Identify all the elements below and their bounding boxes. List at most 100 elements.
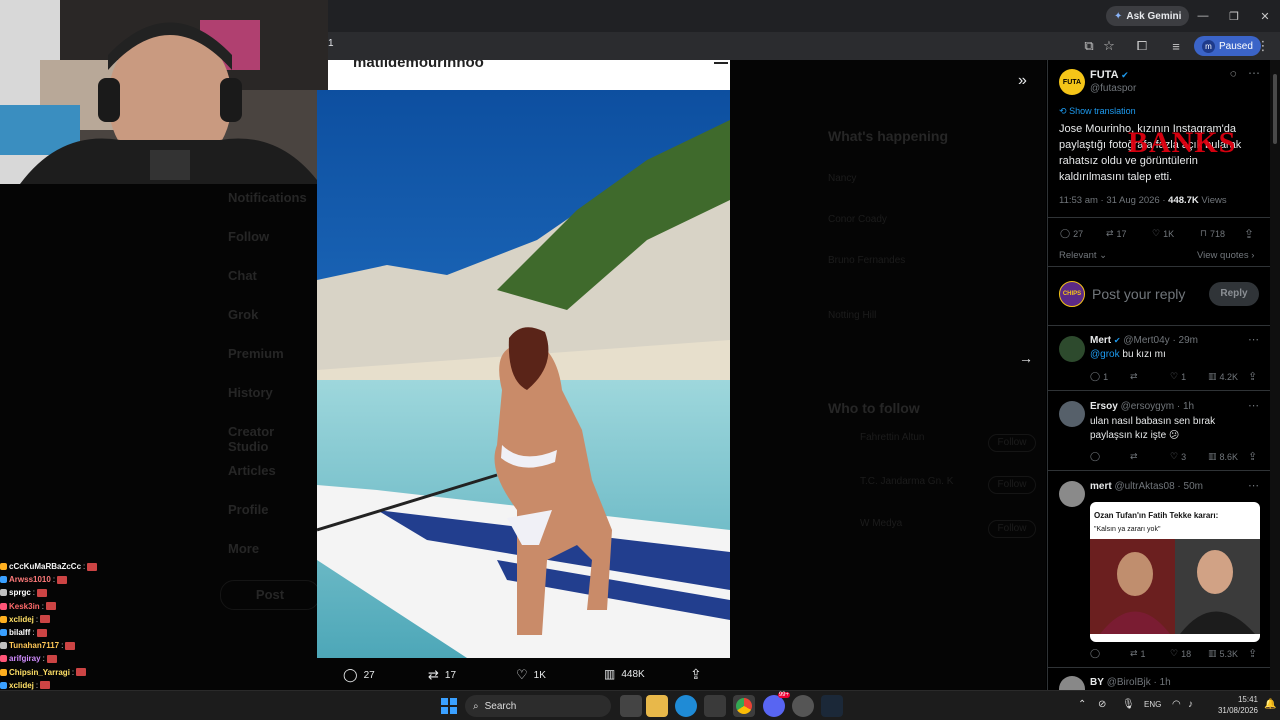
file-explorer-icon[interactable] — [646, 695, 668, 717]
reply-repost-action[interactable]: ⇄ — [1130, 371, 1138, 382]
reply-avatar[interactable] — [1059, 481, 1085, 507]
panel-scrollbar[interactable] — [1270, 60, 1280, 690]
reply-repost-action[interactable]: ⇄ — [1130, 451, 1138, 462]
sort-dropdown[interactable]: Relevant ⌄ — [1059, 250, 1107, 261]
app-icon[interactable] — [792, 695, 814, 717]
clock[interactable]: 15:41 31/08/2026 — [1210, 694, 1258, 716]
more-options-icon[interactable]: ⋯ — [1248, 66, 1260, 80]
reply-reply-action[interactable]: ◯ — [1090, 648, 1100, 659]
minimize-button[interactable]: — — [1188, 2, 1218, 30]
next-media-arrow-icon[interactable]: → — [1019, 350, 1033, 366]
webcam-image — [0, 0, 328, 184]
show-translation-link[interactable]: ⟲ Show translation — [1059, 106, 1136, 117]
reply-button[interactable]: Reply — [1209, 282, 1259, 306]
start-windows-icon[interactable] — [441, 698, 457, 714]
bookmark-action[interactable]: ⊓ 718 — [1200, 228, 1225, 239]
more-options-icon[interactable]: ⋯ — [1248, 333, 1259, 346]
card-title: Ozan Tufan'ın Fatih Tekke kararı: — [1094, 511, 1219, 520]
reply-repost-action[interactable]: ⇄ 1 — [1130, 648, 1146, 659]
reply-share-action[interactable]: ⇪ — [1248, 647, 1257, 660]
windows-taskbar: ⌕ Search 99+ ⌃ ⊘ 🎙 ENG ◠ ♪ 15:41 31/08/2… — [0, 690, 1280, 720]
discord-icon[interactable]: 99+ — [763, 692, 790, 717]
edge-icon[interactable] — [675, 695, 697, 717]
reply-icon: ◯ — [343, 667, 358, 682]
collapse-panel-icon[interactable]: » — [1018, 72, 1027, 90]
steam-icon[interactable] — [821, 695, 843, 717]
reply-action[interactable]: ◯ 27 — [1060, 228, 1083, 239]
share-action[interactable]: ⇪ — [1244, 227, 1254, 241]
nav-item: Grok — [228, 307, 259, 322]
trend-item: Nancy — [828, 173, 857, 184]
author-avatar[interactable]: FUTA — [1059, 69, 1085, 95]
author-name[interactable]: FUTA ✔ — [1090, 69, 1129, 81]
reply-like-action[interactable]: ♡ 3 — [1170, 451, 1186, 462]
media-controls-icon[interactable]: ≡ — [1167, 37, 1185, 55]
maximize-button[interactable]: ❐ — [1219, 2, 1249, 30]
chat-username: Chipsin_Yarragi — [9, 667, 70, 677]
taskbar-search[interactable]: ⌕ Search — [465, 695, 611, 717]
media-share-action[interactable]: ⇪ — [690, 666, 702, 683]
media-like-action[interactable]: ♡ 1K — [516, 667, 546, 683]
chrome-menu-icon[interactable]: ⋮ — [1254, 37, 1272, 55]
install-app-icon[interactable]: ⧉ — [1080, 37, 1098, 55]
reply-views[interactable]: ▥ 5.3K — [1208, 648, 1238, 659]
view-quotes-link[interactable]: View quotes › — [1197, 250, 1254, 261]
media-repost-action[interactable]: ⇄ 17 — [428, 667, 456, 683]
language-indicator[interactable]: ENG — [1144, 700, 1161, 709]
media-photo[interactable] — [317, 90, 730, 658]
store-icon[interactable] — [704, 695, 726, 717]
reply-image-card[interactable]: Ozan Tufan'ın Fatih Tekke kararı: "Kalsı… — [1090, 502, 1260, 642]
ask-gemini-button[interactable]: ✦ Ask Gemini — [1106, 6, 1190, 26]
more-options-icon[interactable]: ⋯ — [1248, 399, 1259, 412]
tweet-detail-panel: FUTA FUTA ✔ @futaspor ◌ ⋯ ⟲ Show transla… — [1047, 60, 1270, 690]
reply-share-action[interactable]: ⇪ — [1248, 450, 1257, 463]
reply-like-action[interactable]: ♡ 18 — [1170, 648, 1191, 659]
reply-views[interactable]: ▥ 8.6K — [1208, 451, 1238, 462]
share-icon: ⇪ — [1248, 648, 1258, 660]
reply-like-action[interactable]: ♡ 1 — [1170, 371, 1186, 382]
microphone-icon[interactable]: 🎙 — [1122, 699, 1135, 710]
reply-reply-action[interactable]: ◯ — [1090, 451, 1100, 462]
trend-item: Notting Hill — [828, 310, 877, 321]
chat-emote-icon — [65, 641, 76, 650]
reply-icon: ◯ — [1090, 371, 1101, 381]
tray-chevron-icon[interactable]: ⌃ — [1078, 699, 1086, 710]
divider — [1048, 390, 1270, 391]
chevron-down-icon: ⌄ — [1099, 250, 1108, 261]
notification-bell-icon[interactable]: 🔔 — [1264, 699, 1276, 710]
reply-reply-action[interactable]: ◯ 1 — [1090, 371, 1108, 382]
media-reply-action[interactable]: ◯ 27 — [343, 667, 375, 683]
media-views-action[interactable]: ▥ 448K — [604, 667, 645, 681]
volume-icon[interactable]: ♪ — [1188, 699, 1193, 710]
trend-item: Conor Coady — [828, 214, 887, 225]
extensions-icon[interactable]: ⧠ — [1133, 37, 1151, 55]
profile-button[interactable]: m Paused — [1194, 36, 1261, 56]
share-icon: ⇪ — [1244, 227, 1255, 241]
chrome-icon[interactable] — [733, 695, 755, 717]
heart-icon: ♡ — [1170, 648, 1179, 658]
grok-icon[interactable]: ◌ — [1230, 68, 1237, 80]
reply-share-action[interactable]: ⇪ — [1248, 370, 1257, 383]
like-action[interactable]: ♡ 1K — [1152, 228, 1174, 239]
reply-input[interactable]: Post your reply — [1092, 286, 1185, 302]
close-window-button[interactable]: ✕ — [1250, 2, 1280, 30]
reply-text: ulan nasıl babasın sen bırak paylaşsın k… — [1090, 416, 1216, 441]
wifi-icon[interactable]: ◠ — [1172, 699, 1181, 710]
network-off-icon[interactable]: ⊘ — [1098, 699, 1106, 710]
repost-action[interactable]: ⇄ 17 — [1106, 228, 1127, 239]
chat-message: Tunahan7117: — [0, 639, 200, 652]
reply-avatar[interactable] — [1059, 401, 1085, 427]
task-view-icon[interactable] — [620, 695, 642, 717]
chat-message: Arwss1010: — [0, 573, 200, 586]
bookmark-star-icon[interactable]: ☆ — [1100, 37, 1118, 55]
more-options-icon[interactable]: ⋯ — [1248, 479, 1259, 492]
reply-views[interactable]: ▥ 4.2K — [1208, 371, 1238, 382]
chat-username: Tunahan7117 — [9, 641, 60, 651]
chat-separator: : — [83, 562, 86, 572]
scrollbar-thumb[interactable] — [1273, 74, 1277, 144]
author-handle[interactable]: @futaspor — [1090, 83, 1136, 94]
address-url[interactable]: 1 — [328, 38, 334, 49]
media-views-count: 448K — [621, 668, 645, 680]
reply-avatar[interactable] — [1059, 336, 1085, 362]
reply-avatar[interactable] — [1059, 676, 1085, 690]
